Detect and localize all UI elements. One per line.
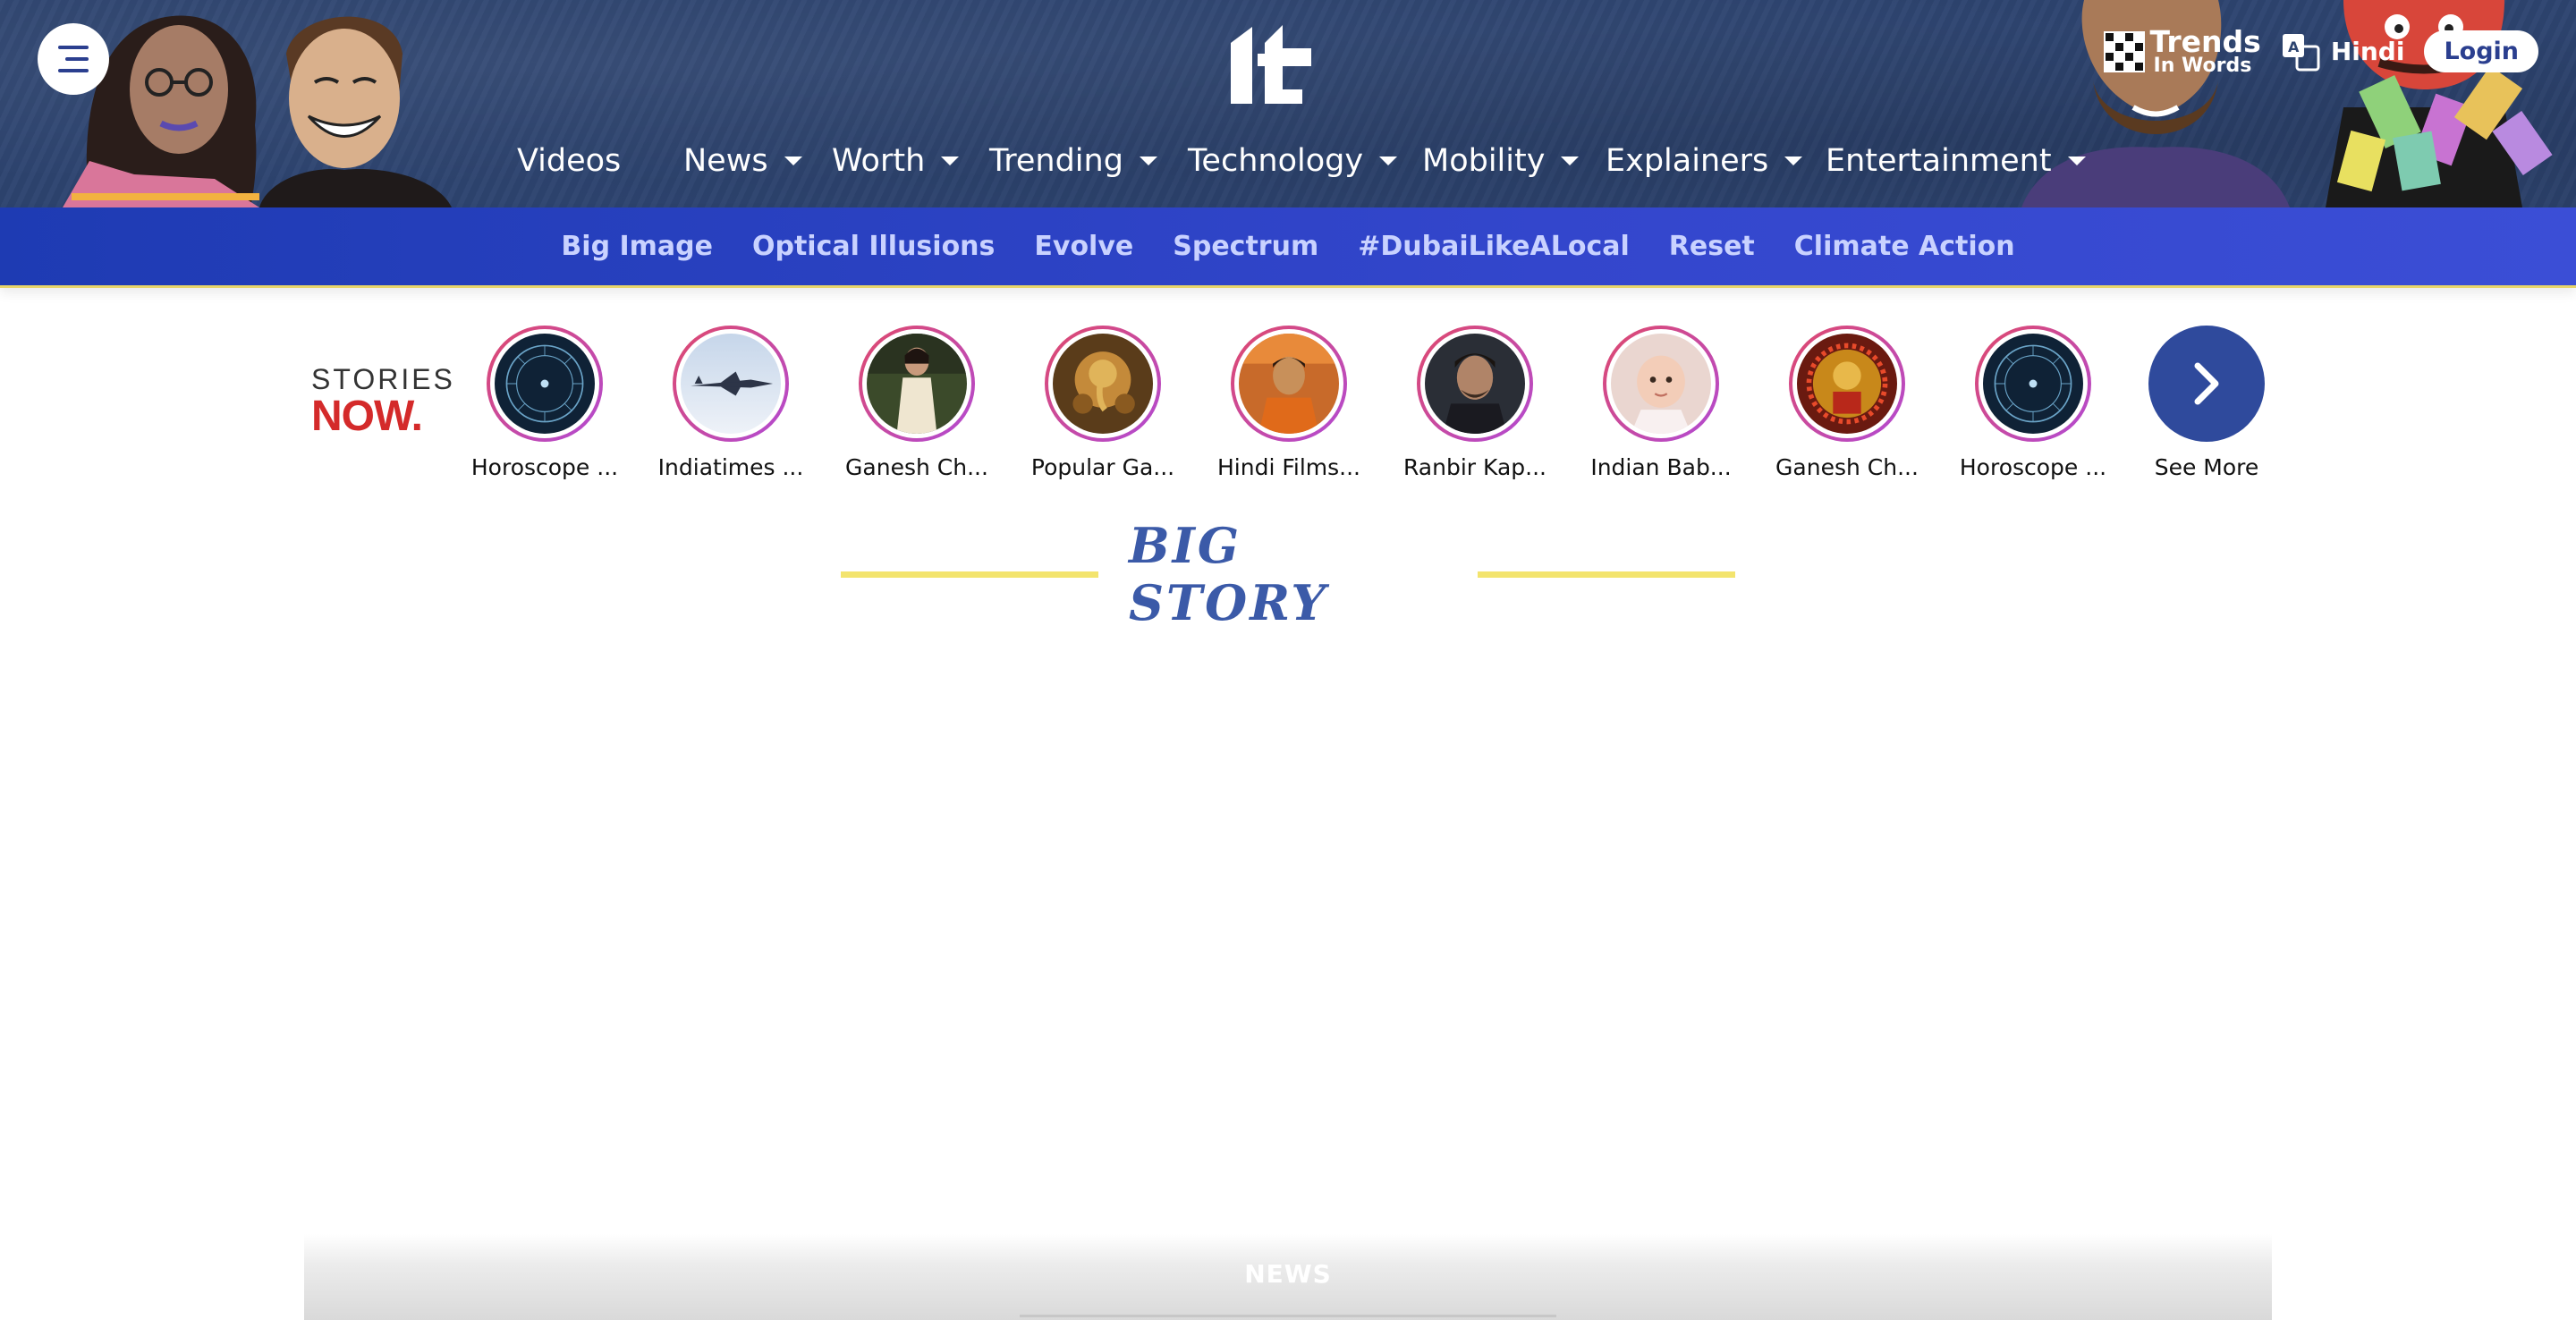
- nav-item-label: Mobility: [1422, 143, 1546, 179]
- menu-line: [58, 69, 89, 72]
- story-item[interactable]: Ganesh Ch...: [1754, 326, 1940, 480]
- story-item[interactable]: Horoscope ...: [1940, 326, 2126, 480]
- site-header: Videos News Worth Trending Technology Mo…: [0, 0, 2576, 207]
- story-label: Ganesh Ch...: [845, 454, 988, 480]
- crossword-grid-icon: [2103, 30, 2145, 72]
- nav-item-label: Technology: [1188, 143, 1364, 179]
- language-label: Hindi: [2330, 37, 2405, 66]
- secondary-navigation: Big Image Optical Illusions Evolve Spect…: [0, 207, 2576, 288]
- nav-item-trending[interactable]: Trending: [989, 143, 1157, 179]
- subnav-item-dubai-like-a-local[interactable]: #DubaiLikeALocal: [1358, 231, 1630, 262]
- nav-item-label: Explainers: [1606, 143, 1769, 179]
- stories-label-line1: STORIES: [311, 363, 455, 395]
- see-more-circle: [2148, 326, 2265, 442]
- svg-text:A: A: [2288, 38, 2300, 55]
- heading-divider-left: [841, 571, 1098, 578]
- chevron-down-icon: [1379, 157, 1398, 165]
- story-thumbnail: [1239, 334, 1339, 434]
- story-item[interactable]: Indian Bab...: [1568, 326, 1754, 480]
- nav-item-explainers[interactable]: Explainers: [1606, 143, 1803, 179]
- story-label: Indiatimes ...: [657, 454, 804, 480]
- login-button[interactable]: Login: [2424, 30, 2538, 72]
- story-item[interactable]: Ganesh Ch...: [824, 326, 1010, 480]
- chevron-down-icon: [1561, 157, 1580, 165]
- story-label: Indian Bab...: [1590, 454, 1732, 480]
- trends-subtitle: In Words: [2153, 55, 2252, 77]
- news-section-label: NEWS: [1244, 1259, 1332, 1289]
- nav-item-mobility[interactable]: Mobility: [1422, 143, 1580, 179]
- story-item[interactable]: Horoscope ...: [452, 326, 638, 480]
- story-label: Popular Ga...: [1030, 454, 1175, 480]
- story-thumbnail: [1053, 334, 1153, 434]
- subnav-item-spectrum[interactable]: Spectrum: [1173, 231, 1318, 262]
- see-more-label: See More: [2154, 454, 2259, 480]
- news-section-underline: [1020, 1315, 1556, 1317]
- story-label: Hindi Films...: [1216, 454, 1361, 480]
- story-thumbnail: [1983, 334, 2083, 434]
- header-tools: Trends In Words A Hindi Login: [2103, 24, 2538, 77]
- see-more-stories-button[interactable]: See More: [2114, 326, 2300, 480]
- hamburger-menu-button[interactable]: [38, 23, 109, 95]
- chevron-down-icon: [1784, 157, 1803, 165]
- heading-divider-right: [1477, 571, 1735, 578]
- chevron-down-icon: [784, 157, 802, 165]
- chevron-down-icon: [2067, 157, 2086, 165]
- subnav-item-reset[interactable]: Reset: [1669, 231, 1755, 262]
- story-label: Ranbir Kap...: [1402, 454, 1546, 480]
- nav-item-label: Videos: [517, 143, 622, 179]
- story-thumbnail: [867, 334, 967, 434]
- big-story-title: BIG STORY: [1129, 517, 1328, 631]
- story-label: Horoscope ...: [1959, 454, 2107, 480]
- story-label: Horoscope ...: [470, 454, 619, 480]
- subnav-item-evolve[interactable]: Evolve: [1034, 231, 1133, 262]
- nav-item-news[interactable]: News: [683, 143, 802, 179]
- nav-item-label: Entertainment: [1826, 143, 2052, 179]
- subnav-item-optical-illusions[interactable]: Optical Illusions: [752, 231, 995, 262]
- story-thumbnail: [495, 334, 595, 434]
- story-item[interactable]: Ranbir Kap...: [1382, 326, 1568, 480]
- subnav-item-big-image[interactable]: Big Image: [561, 231, 713, 262]
- translate-icon: A: [2282, 33, 2320, 71]
- language-switch-hindi[interactable]: A Hindi: [2281, 32, 2405, 72]
- stories-now-label: STORIES NOW.: [311, 365, 455, 438]
- nav-item-videos[interactable]: Videos: [517, 143, 621, 179]
- stories-label-line2: NOW.: [311, 393, 423, 440]
- chevron-down-icon: [1139, 157, 1157, 165]
- news-section-header: NEWS: [304, 1234, 2272, 1320]
- indiatimes-logo-icon[interactable]: [1227, 18, 1322, 107]
- story-item[interactable]: Popular Ga...: [1010, 326, 1196, 480]
- story-thumbnail: [1797, 334, 1897, 434]
- nav-item-label: Trending: [989, 143, 1123, 179]
- subnav-item-climate-action[interactable]: Climate Action: [1794, 231, 2015, 262]
- story-thumbnail: [1611, 334, 1711, 434]
- main-navigation: Videos News Worth Trending Technology Mo…: [0, 134, 2576, 193]
- big-story-heading: BIG STORY: [841, 517, 1735, 631]
- chevron-down-icon: [941, 157, 960, 165]
- story-item[interactable]: Hindi Films...: [1196, 326, 1382, 480]
- menu-line: [65, 57, 89, 61]
- nav-item-label: Worth: [832, 143, 926, 179]
- nav-item-entertainment[interactable]: Entertainment: [1826, 143, 2086, 179]
- trends-title: Trends: [2149, 24, 2261, 59]
- story-thumbnail: [1425, 334, 1525, 434]
- nav-item-label: News: [683, 143, 768, 179]
- story-item[interactable]: Indiatimes ...: [638, 326, 824, 480]
- nav-item-worth[interactable]: Worth: [832, 143, 960, 179]
- trends-in-words-link[interactable]: Trends In Words: [2103, 24, 2261, 77]
- story-thumbnail: [681, 334, 781, 434]
- story-label: Ganesh Ch...: [1775, 454, 1919, 480]
- nav-item-technology[interactable]: Technology: [1188, 143, 1398, 179]
- menu-line: [58, 46, 89, 49]
- chevron-right-icon: [2194, 362, 2219, 405]
